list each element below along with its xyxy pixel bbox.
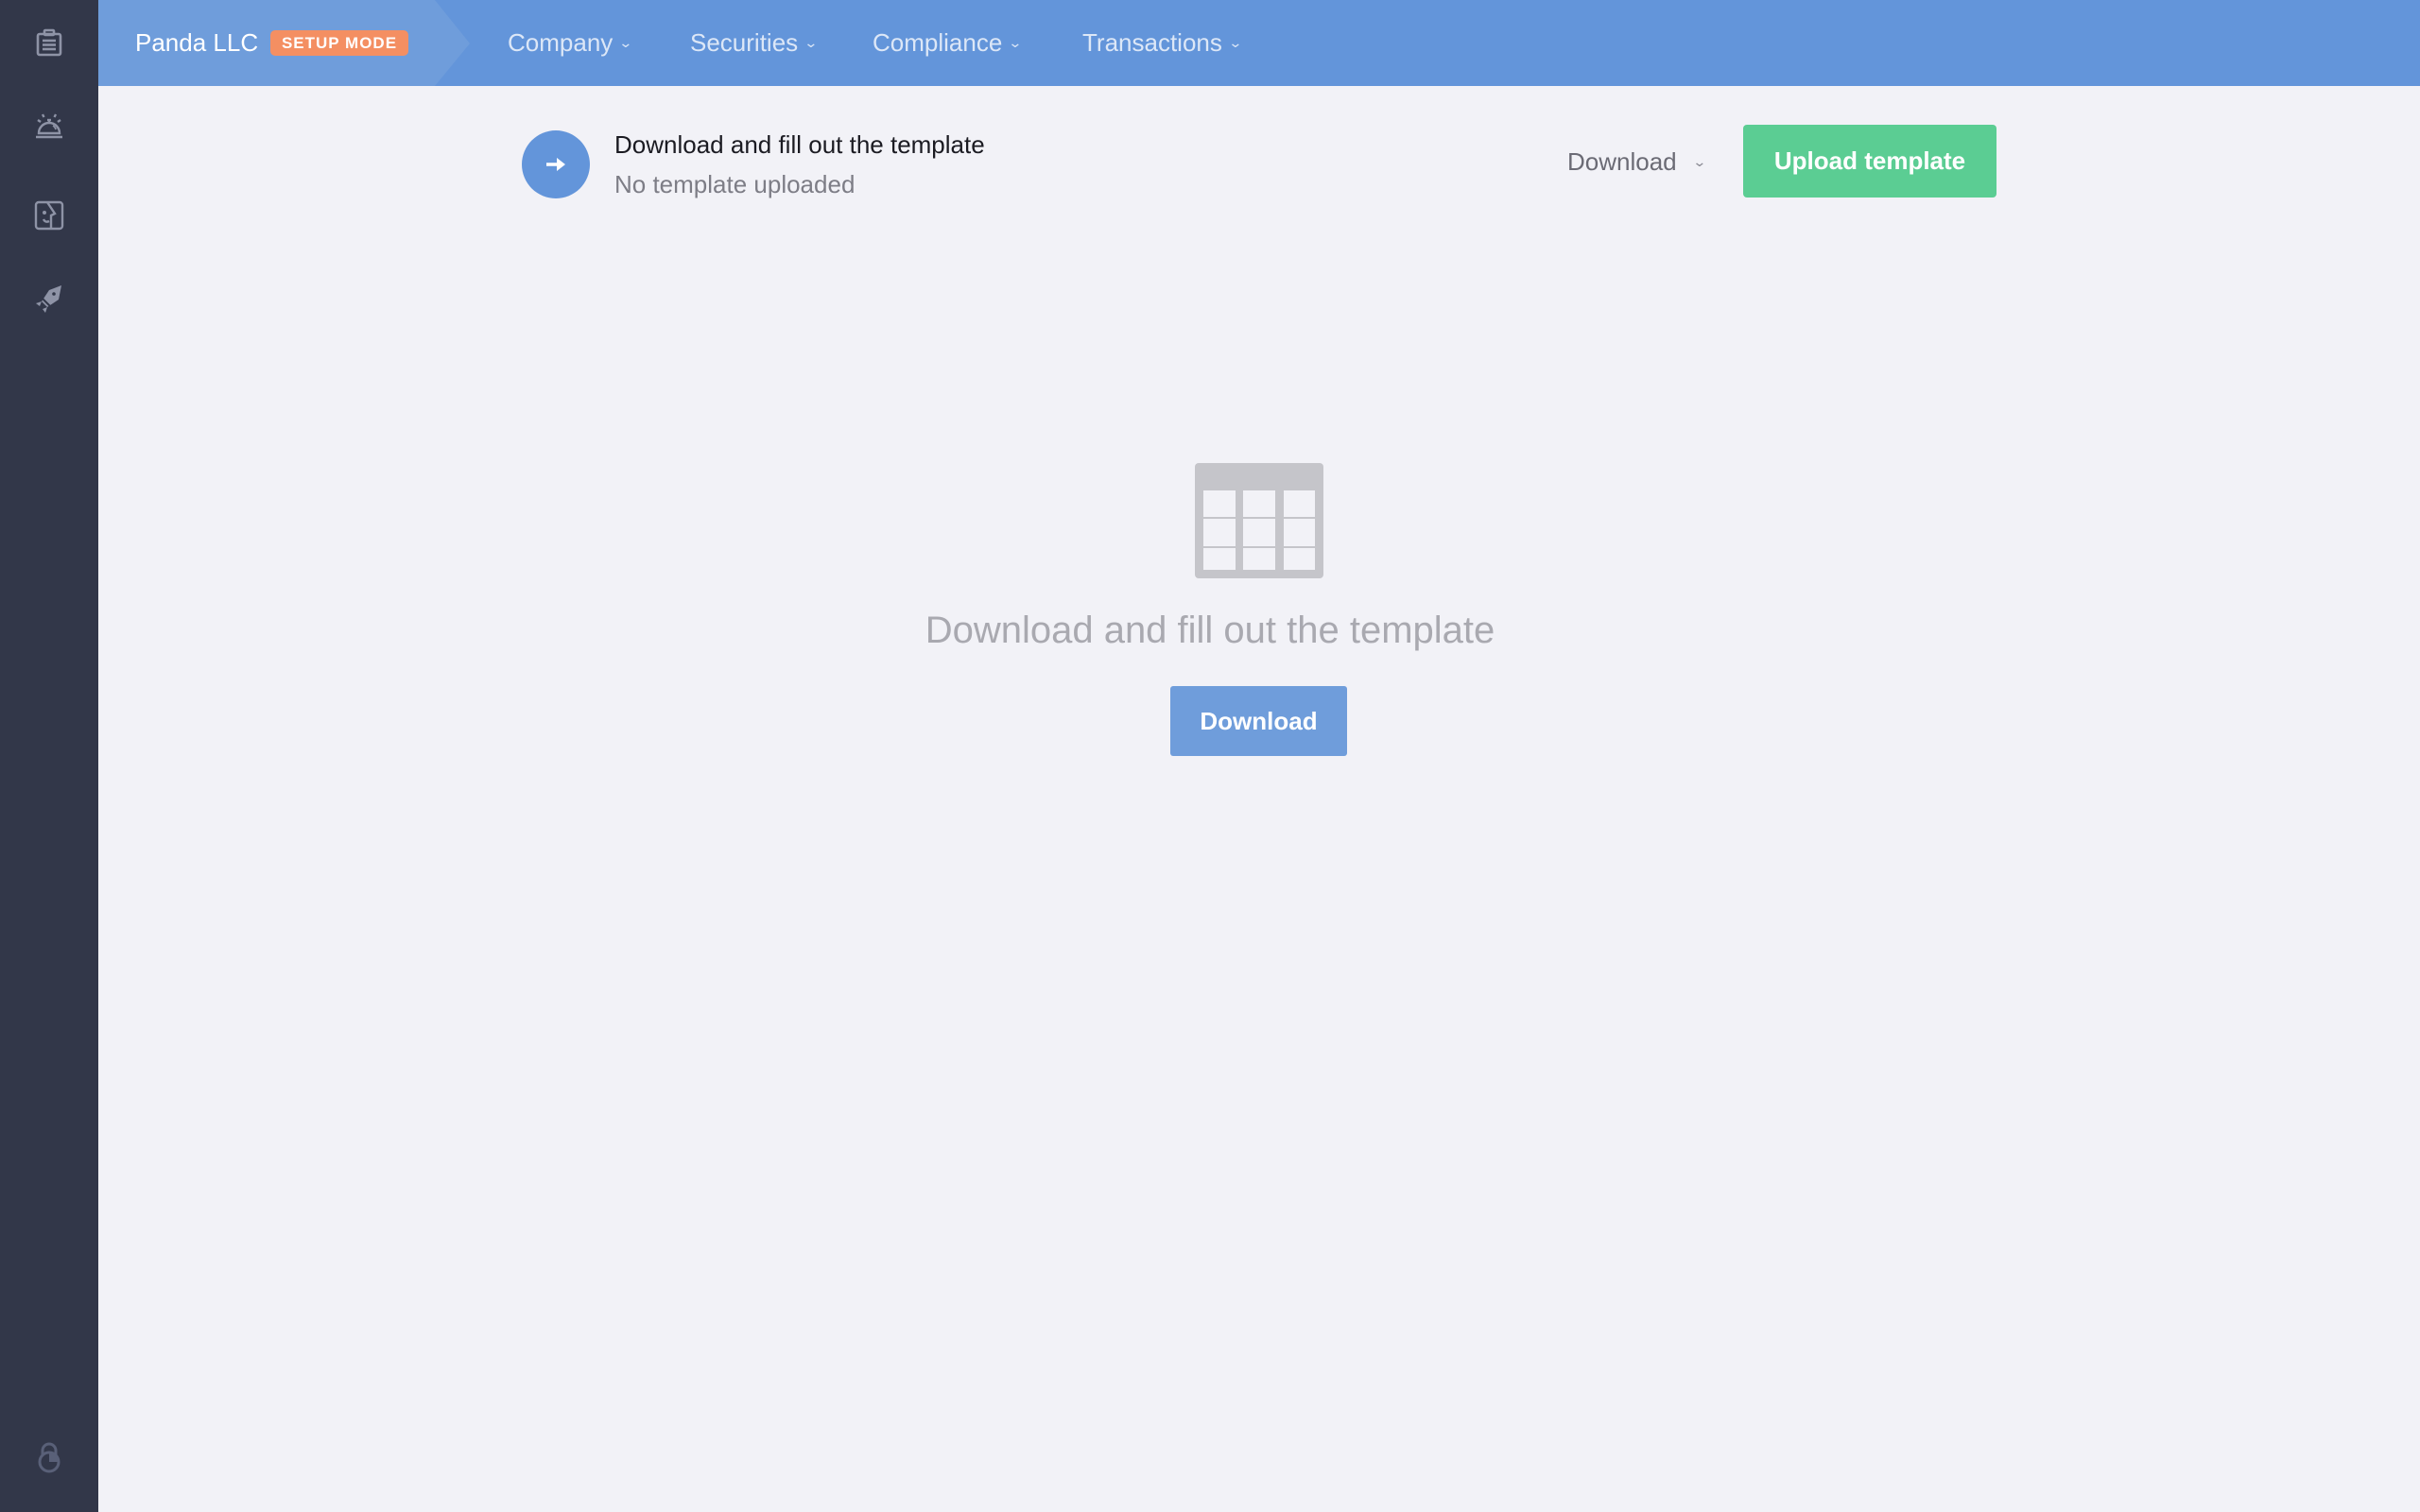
- company-name: Panda LLC: [135, 28, 259, 57]
- upload-template-button[interactable]: Upload template: [1743, 125, 1996, 198]
- sidebar-item-bell[interactable]: [30, 107, 68, 145]
- concierge-bell-icon: [36, 113, 62, 139]
- nav-compliance[interactable]: Compliance ⌄: [873, 0, 1023, 86]
- top-navigation-bar: Panda LLC SETUP MODE Company ⌄ Securitie…: [98, 0, 2420, 86]
- step-title: Download and fill out the template: [614, 130, 985, 159]
- nav-compliance-label: Compliance: [873, 28, 1003, 57]
- sidebar: [0, 0, 98, 1512]
- download-template-button[interactable]: Download: [1170, 686, 1347, 756]
- chevron-down-icon: ⌄: [1008, 35, 1023, 50]
- rocket-icon: [36, 285, 61, 313]
- step-status: No template uploaded: [614, 170, 856, 198]
- sidebar-item-profile[interactable]: [30, 197, 68, 234]
- nav-securities-label: Securities: [690, 28, 799, 57]
- lock-logo-icon: [38, 1442, 60, 1473]
- download-dropdown-label: Download: [1567, 146, 1677, 176]
- nav-company-label: Company: [508, 28, 614, 57]
- chevron-down-icon: ⌄: [804, 35, 819, 50]
- face-profile-icon: [34, 200, 64, 231]
- setup-mode-badge: SETUP MODE: [270, 30, 408, 56]
- sidebar-item-clipboard[interactable]: [30, 25, 68, 62]
- table-icon: [1195, 463, 1323, 578]
- nav-securities[interactable]: Securities ⌄: [690, 0, 819, 86]
- step-indicator: [522, 130, 590, 198]
- sidebar-item-launch[interactable]: [30, 281, 68, 318]
- download-dropdown[interactable]: Download ⌄: [1567, 142, 1707, 181]
- sidebar-footer-logo[interactable]: [30, 1438, 68, 1476]
- nav-company[interactable]: Company ⌄: [508, 0, 633, 86]
- chevron-down-icon: ⌄: [1691, 153, 1707, 169]
- clipboard-icon: [36, 28, 62, 57]
- nav-transactions-label: Transactions: [1082, 28, 1222, 57]
- nav-transactions[interactable]: Transactions ⌄: [1082, 0, 1243, 86]
- arrow-right-icon: [546, 158, 565, 171]
- company-switcher[interactable]: Panda LLC SETUP MODE: [98, 0, 471, 86]
- empty-state-title: Download and fill out the template: [925, 610, 1495, 651]
- chevron-down-icon: ⌄: [618, 35, 633, 50]
- chevron-down-icon: ⌄: [1228, 35, 1243, 50]
